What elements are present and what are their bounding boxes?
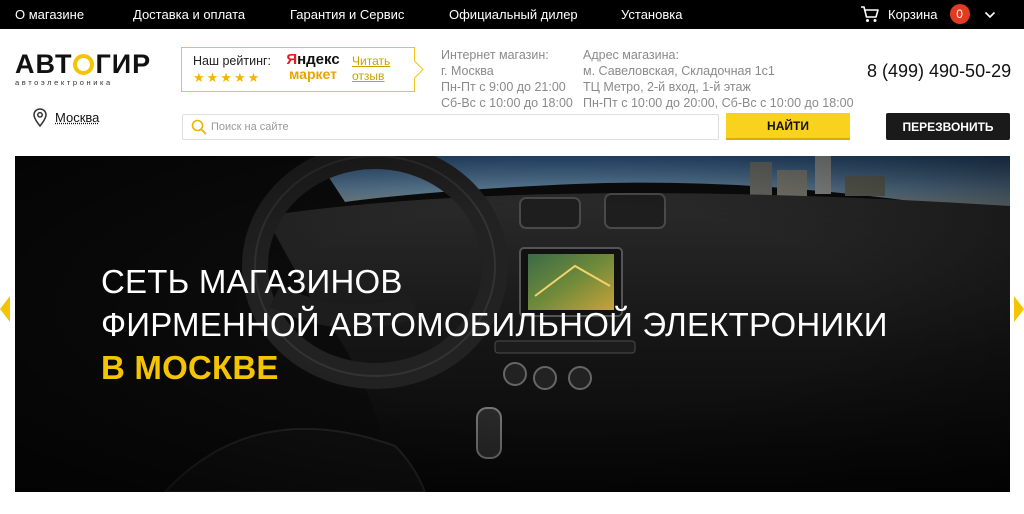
rating-stars: ★★★★★ — [193, 70, 262, 85]
slider-prev-arrow-icon[interactable] — [0, 296, 10, 322]
logo-text-right: ГИР — [95, 49, 152, 79]
nav-installation[interactable]: Установка — [621, 7, 682, 22]
store-address-street: м. Савеловская, Складочная 1с1 — [583, 64, 775, 78]
store-address-info: Адрес магазина: м. Савеловская, Складочн… — [583, 47, 854, 111]
search-icon — [191, 119, 207, 135]
read-reviews-line1: Читать — [352, 54, 391, 68]
chevron-down-icon[interactable] — [984, 8, 996, 20]
yandex-market-logo[interactable]: Яндекс маркет — [286, 52, 340, 82]
cart-icon — [860, 5, 880, 23]
top-navigation: О магазине Доставка и оплата Гарантия и … — [0, 0, 1024, 29]
store-address-hours: Пн-Пт с 10:00 до 20:00, Сб-Вс с 10:00 до… — [583, 96, 854, 110]
city-label: Москва — [55, 110, 100, 125]
cart-count-badge: 0 — [949, 4, 970, 24]
online-shop-info: Интернет магазин: г. Москва Пн-Пт с 9:00… — [441, 47, 573, 111]
phone-number[interactable]: 8 (499) 490-50-29 — [867, 61, 1011, 82]
store-address-heading: Адрес магазина: — [583, 48, 679, 62]
online-shop-hours-weekdays: Пн-Пт с 9:00 до 21:00 — [441, 80, 566, 94]
logo-text-left: АВТ — [15, 49, 73, 79]
nav-warranty[interactable]: Гарантия и Сервис — [290, 7, 404, 22]
nav-dealer[interactable]: Официальный дилер — [449, 7, 578, 22]
online-shop-city: г. Москва — [441, 64, 494, 78]
search-input[interactable] — [211, 117, 711, 137]
read-reviews-line2: отзыв — [352, 69, 385, 83]
hero-banner[interactable]: СЕТЬ МАГАЗИНОВ ФИРМЕННОЙ АВТОМОБИЛЬНОЙ Э… — [15, 156, 1010, 492]
rating-title: Наш рейтинг: — [193, 54, 272, 68]
rating-box: Наш рейтинг: ★★★★★ Яндекс маркет Читать … — [181, 47, 415, 92]
hero-headline: СЕТЬ МАГАЗИНОВ ФИРМЕННОЙ АВТОМОБИЛЬНОЙ Э… — [101, 260, 888, 389]
search-box — [182, 114, 719, 140]
location-pin-icon — [33, 108, 47, 128]
city-selector[interactable]: Москва — [33, 108, 100, 128]
logo-subtitle: автоэлектроника — [15, 78, 113, 87]
online-shop-hours-weekend: Сб-Вс с 10:00 до 18:00 — [441, 96, 573, 110]
slider-next-arrow-icon[interactable] — [1014, 296, 1024, 322]
cart-label: Корзина — [888, 6, 938, 22]
callback-button[interactable]: ПЕРЕЗВОНИТЬ — [886, 113, 1010, 140]
hero-line-1: СЕТЬ МАГАЗИНОВ — [101, 263, 403, 300]
hero-line-3: В МОСКВЕ — [101, 349, 279, 386]
yandex-logo-market: маркет — [289, 66, 337, 82]
read-reviews-link[interactable]: Читать отзыв — [352, 54, 390, 84]
logo[interactable]: АВТ ГИР автоэлектроника — [15, 51, 165, 91]
cart[interactable]: Корзина 0 — [860, 3, 996, 25]
nav-delivery[interactable]: Доставка и оплата — [133, 7, 245, 22]
search-button[interactable]: НАЙТИ — [726, 113, 850, 140]
logo-ring-icon — [73, 53, 95, 75]
online-shop-heading: Интернет магазин: — [441, 48, 549, 62]
store-address-building: ТЦ Метро, 2-й вход, 1-й этаж — [583, 80, 751, 94]
hero-line-2: ФИРМЕННОЙ АВТОМОБИЛЬНОЙ ЭЛЕКТРОНИКИ — [101, 306, 888, 343]
nav-about[interactable]: О магазине — [15, 7, 84, 22]
